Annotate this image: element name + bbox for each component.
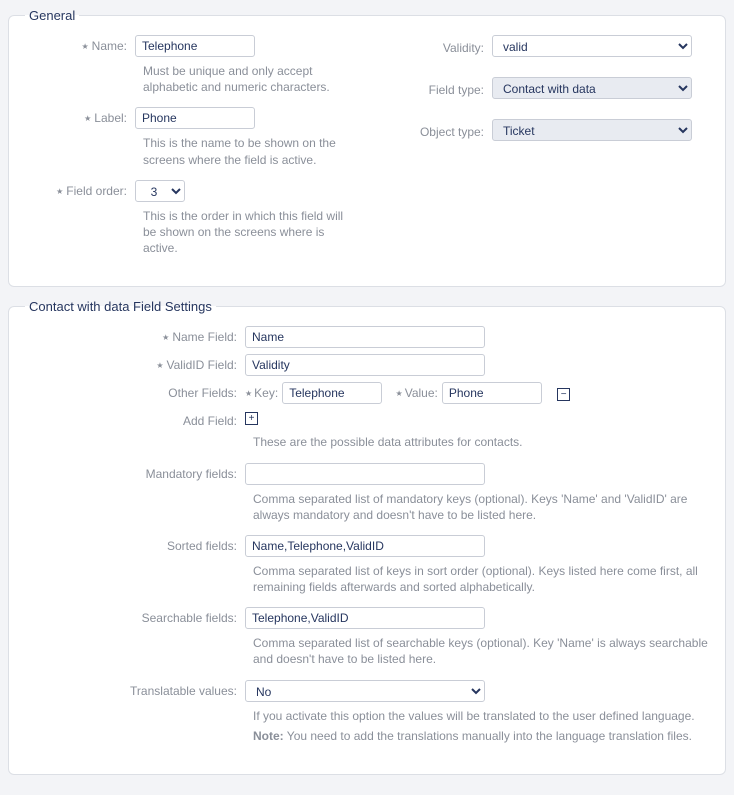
searchable-label: Searchable fields: (25, 607, 245, 625)
namefield-input[interactable] (245, 326, 485, 348)
name-label: Name: (25, 35, 135, 53)
settings-panel: Contact with data Field Settings Name Fi… (8, 299, 726, 775)
key-sublabel: Key: (245, 386, 278, 400)
valididfield-input[interactable] (245, 354, 485, 376)
label-help: This is the name to be shown on the scre… (25, 135, 352, 167)
translatable-help2: Note: You need to add the translations m… (25, 728, 709, 744)
searchable-help: Comma separated list of searchable keys … (25, 635, 709, 667)
note-label: Note: (253, 729, 284, 743)
fieldtype-select[interactable]: Contact with data (492, 77, 692, 99)
mandatory-help: Comma separated list of mandatory keys (… (25, 491, 709, 523)
namefield-label: Name Field: (25, 326, 245, 344)
sorted-help: Comma separated list of keys in sort ord… (25, 563, 709, 595)
add-field-icon[interactable]: + (245, 412, 258, 425)
validity-select[interactable]: valid (492, 35, 692, 57)
objecttype-select[interactable]: Ticket (492, 119, 692, 141)
label-input[interactable] (135, 107, 255, 129)
fieldorder-help: This is the order in which this field wi… (25, 208, 352, 257)
remove-field-icon[interactable]: − (557, 388, 570, 401)
otherfields-label: Other Fields: (25, 382, 245, 400)
general-panel: General Name: Must be unique and only ac… (8, 8, 726, 287)
sorted-input[interactable] (245, 535, 485, 557)
translatable-label: Translatable values: (25, 680, 245, 698)
mandatory-label: Mandatory fields: (25, 463, 245, 481)
addfield-label: Add Field: (25, 410, 245, 428)
valididfield-label: ValidID Field: (25, 354, 245, 372)
translatable-select[interactable]: No (245, 680, 485, 702)
settings-legend: Contact with data Field Settings (25, 299, 216, 314)
translatable-help1: If you activate this option the values w… (25, 708, 709, 724)
name-help: Must be unique and only accept alphabeti… (25, 63, 352, 95)
searchable-input[interactable] (245, 607, 485, 629)
sorted-label: Sorted fields: (25, 535, 245, 553)
addfield-help: These are the possible data attributes f… (25, 434, 709, 450)
key-input[interactable] (282, 382, 382, 404)
mandatory-input[interactable] (245, 463, 485, 485)
objecttype-label: Object type: (382, 121, 492, 139)
label-label: Label: (25, 107, 135, 125)
value-sublabel: Value: (396, 386, 438, 400)
value-input[interactable] (442, 382, 542, 404)
general-legend: General (25, 8, 79, 23)
fieldtype-label: Field type: (382, 79, 492, 97)
fieldorder-select[interactable]: 3 (135, 180, 185, 202)
fieldorder-label: Field order: (25, 180, 135, 198)
translatable-help2-text: You need to add the translations manuall… (284, 729, 692, 743)
validity-label: Validity: (382, 37, 492, 55)
name-input[interactable] (135, 35, 255, 57)
